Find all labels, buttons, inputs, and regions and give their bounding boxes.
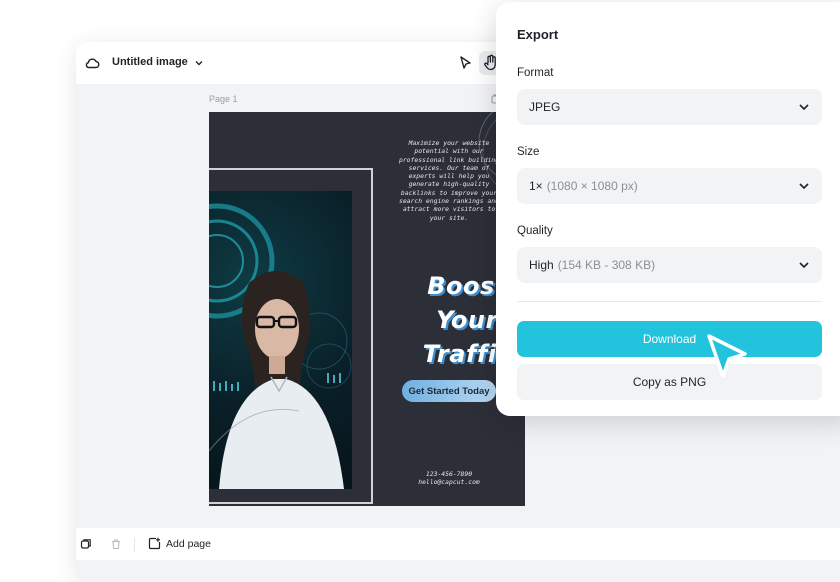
quality-value: High (529, 258, 554, 272)
intro-line: your site. (429, 213, 469, 222)
chevron-down-icon[interactable] (193, 57, 205, 69)
size-label: Size (517, 146, 540, 158)
layers-icon[interactable] (80, 538, 92, 550)
intro-line: backlinks to improve your (400, 188, 498, 197)
intro-line: professional link building (398, 155, 500, 164)
contact-info: 123-456-7890 hello@capcut.com (389, 470, 509, 486)
intro-line: services. Our team of (408, 163, 490, 172)
chevron-down-icon (799, 262, 809, 269)
intro-line: attract more visitors to (402, 205, 496, 214)
copy-as-png-button[interactable]: Copy as PNG (517, 364, 822, 400)
email-text: hello@capcut.com (418, 478, 480, 486)
phone-text: 123-456-7890 (425, 470, 473, 478)
add-page-label: Add page (166, 537, 211, 550)
chevron-down-icon (799, 183, 809, 190)
document-title[interactable]: Untitled image (112, 56, 188, 68)
export-divider (517, 301, 822, 302)
intro-line: potential with our (414, 147, 484, 156)
chevron-down-icon (799, 104, 809, 111)
quality-detail: (154 KB - 308 KB) (557, 258, 656, 272)
size-value: 1× (529, 179, 543, 193)
download-button[interactable]: Download (517, 321, 822, 357)
format-value: JPEG (529, 100, 561, 114)
trash-icon[interactable] (110, 538, 122, 550)
intro-line: Maximize your website (408, 139, 490, 147)
export-panel: Export Format JPEG Size 1× (1080 × 1080 … (496, 2, 840, 416)
portrait-photo (209, 191, 352, 489)
mouse-cursor-icon (707, 334, 747, 378)
quality-label: Quality (517, 225, 553, 237)
editor-bottombar: Add page (76, 528, 840, 560)
intro-line: search engine rankings and (398, 197, 500, 206)
intro-line: generate high-quality (408, 180, 490, 189)
format-select[interactable]: JPEG (517, 89, 822, 125)
size-detail: (1080 × 1080 px) (546, 179, 638, 193)
cta-badge: Get Started Today (402, 380, 496, 402)
export-title: Export (517, 27, 559, 42)
page-label: Page 1 (209, 94, 238, 104)
design-intro-text: Maximize your website potential with our… (389, 139, 509, 222)
add-page-button[interactable]: Add page (148, 537, 211, 550)
select-pointer-icon[interactable] (456, 54, 474, 72)
toolbar-divider (134, 538, 135, 552)
design-canvas[interactable]: Maximize your website potential with our… (209, 112, 525, 506)
cloud-icon[interactable] (84, 55, 100, 71)
add-page-icon (148, 537, 161, 550)
intro-line: experts will help you (408, 172, 490, 181)
quality-select[interactable]: High (154 KB - 308 KB) (517, 247, 822, 283)
format-label: Format (517, 67, 554, 79)
size-select[interactable]: 1× (1080 × 1080 px) (517, 168, 822, 204)
